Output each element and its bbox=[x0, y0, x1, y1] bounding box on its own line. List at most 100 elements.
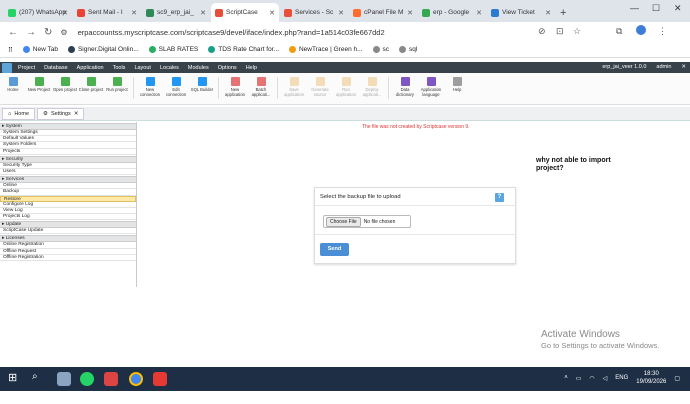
close-icon[interactable]: ✕ bbox=[681, 64, 686, 70]
tab-home[interactable]: ⌂ Home bbox=[2, 107, 35, 120]
close-tab-icon[interactable]: ✕ bbox=[476, 9, 482, 17]
help-icon bbox=[452, 77, 462, 86]
forward-icon[interactable]: → bbox=[26, 27, 36, 38]
bookmark-sc[interactable]: sc bbox=[372, 46, 389, 53]
menu-locales[interactable]: Locales bbox=[160, 65, 179, 71]
sidebar-item-scriptcase-update[interactable]: ScriptCase Update bbox=[0, 228, 136, 235]
install-icon[interactable]: ⊡ bbox=[556, 26, 564, 37]
minimize-icon[interactable]: — bbox=[630, 3, 639, 13]
site-info-icon[interactable]: ⚙ bbox=[60, 28, 67, 37]
bookmark-star-icon[interactable]: ☆ bbox=[573, 26, 581, 37]
browser-tab-erp-google[interactable]: erp - Google ✕ bbox=[418, 3, 486, 22]
toolbar-label: Home bbox=[7, 87, 19, 92]
menu-options[interactable]: Options bbox=[218, 65, 237, 71]
toolbar-new-connection-button[interactable]: New connection bbox=[137, 77, 163, 97]
close-tab-icon[interactable]: ✕ bbox=[62, 9, 68, 17]
clock[interactable]: 18:30 19/09/2026 bbox=[636, 370, 666, 386]
browser-tab-sc9-erp-jai[interactable]: sc9_erp_jai_ ✕ bbox=[142, 3, 210, 22]
toolbar-run-project-button[interactable]: Run project bbox=[104, 77, 130, 92]
close-tab-icon[interactable]: ✕ bbox=[74, 111, 79, 117]
browser-tab-sent-mail-i[interactable]: Sent Mail - I ✕ bbox=[73, 3, 141, 22]
network-icon[interactable]: ▭ bbox=[576, 375, 582, 382]
toolbar-close-project-button[interactable]: Close project bbox=[78, 77, 104, 92]
reload-icon[interactable]: ↻ bbox=[44, 27, 52, 38]
profile-avatar[interactable] bbox=[636, 25, 646, 35]
close-tab-icon[interactable]: ✕ bbox=[269, 9, 275, 17]
toolbar-edit-connection-button[interactable]: Edit connection bbox=[163, 77, 189, 97]
maximize-icon[interactable]: ☐ bbox=[652, 3, 660, 14]
sidebar-item-offline-registration[interactable]: Offline Registration bbox=[0, 255, 136, 261]
close-tab-icon[interactable]: ✕ bbox=[200, 9, 206, 17]
toolbar-data-dictionary-button[interactable]: Data dictionary bbox=[392, 77, 418, 97]
project-name[interactable]: erp_jai_veer 1.0.0 bbox=[602, 64, 646, 70]
sidebar-item-projects[interactable]: Projects bbox=[0, 149, 136, 155]
sidebar-item-projects-log[interactable]: Projects Log bbox=[0, 214, 136, 221]
sidebar-group-system[interactable]: ▸ System bbox=[0, 123, 136, 130]
sidebar-item-users[interactable]: Users bbox=[0, 169, 136, 176]
choose-file-button[interactable]: Choose File bbox=[326, 216, 361, 227]
bookmark-signer-digital-onlin[interactable]: Signer.Digital Onlin... bbox=[67, 46, 139, 53]
menu-tools[interactable]: Tools bbox=[113, 65, 126, 71]
close-tab-icon[interactable]: ✕ bbox=[338, 9, 344, 17]
browser-tab-scriptcase[interactable]: ScriptCase ✕ bbox=[211, 3, 279, 22]
wifi-icon[interactable]: ◠ bbox=[589, 375, 594, 382]
more-menu-icon[interactable]: ⋮ bbox=[658, 26, 667, 37]
close-tab-icon[interactable]: ✕ bbox=[131, 9, 137, 17]
menu-help[interactable]: Help bbox=[246, 65, 257, 71]
user-menu[interactable]: admin bbox=[656, 64, 671, 70]
url-text[interactable]: erpaccountss.myscriptcase.com/scriptcase… bbox=[78, 28, 385, 37]
apps-grid-icon[interactable]: ⠿ bbox=[8, 46, 13, 54]
menu-application[interactable]: Application bbox=[77, 65, 104, 71]
help-icon[interactable]: ? bbox=[495, 193, 504, 202]
toolbar-label: Save application bbox=[283, 87, 305, 97]
new-tab-icon[interactable]: + bbox=[560, 7, 566, 19]
close-project-icon bbox=[86, 77, 96, 86]
toolbar-home-button[interactable]: Home bbox=[0, 77, 26, 92]
back-icon[interactable]: ← bbox=[8, 27, 18, 38]
menu-project[interactable]: Project bbox=[18, 65, 35, 71]
browser-tab-cpanel-file-m[interactable]: cPanel File M ✕ bbox=[349, 3, 417, 22]
file-input[interactable]: Choose File No file chosen bbox=[323, 215, 411, 228]
notification-icon[interactable]: ▢ bbox=[674, 375, 680, 382]
browser-tab-services-sc[interactable]: Services - Sc ✕ bbox=[280, 3, 348, 22]
panel-header: Select the backup file to upload ? bbox=[315, 188, 515, 206]
translate-icon[interactable]: ⊘ bbox=[538, 26, 546, 37]
chrome-icon[interactable] bbox=[129, 372, 143, 386]
windows-start-icon[interactable]: ⊞ bbox=[8, 371, 22, 385]
toolbar-new-application-button[interactable]: New application bbox=[222, 77, 248, 97]
scriptcase-menu-bar: Project Database Application Tools Layout Loc… bbox=[0, 62, 690, 73]
browser-tab-view-ticket[interactable]: View Ticket ✕ bbox=[487, 3, 555, 22]
send-button[interactable]: Send bbox=[320, 243, 349, 256]
toolbar-application-language-button[interactable]: Application language bbox=[418, 77, 444, 97]
toolbar-batch-applicati-button[interactable]: Batch applicati... bbox=[248, 77, 274, 97]
close-window-icon[interactable]: ✕ bbox=[674, 3, 682, 14]
sidebar-group-services[interactable]: ▸ Services bbox=[0, 176, 136, 184]
language-indicator[interactable]: ENG bbox=[615, 375, 628, 381]
close-tab-icon[interactable]: ✕ bbox=[545, 9, 551, 17]
bookmark-sql[interactable]: sql bbox=[399, 46, 417, 53]
volume-icon[interactable]: ◁ bbox=[603, 375, 608, 382]
toolbar-sql-builder-button[interactable]: SQL Builder bbox=[189, 77, 215, 92]
extensions-icon[interactable]: ⧉ bbox=[616, 26, 622, 37]
menu-layout[interactable]: Layout bbox=[134, 65, 151, 71]
browser-tab-207-whatsapp[interactable]: (207) WhatsApp ✕ bbox=[4, 3, 72, 22]
menu-modules[interactable]: Modules bbox=[188, 65, 209, 71]
bookmark-newtrace-green-h[interactable]: NewTrace | Green h... bbox=[288, 46, 363, 53]
search-icon[interactable]: ⌕ bbox=[32, 371, 46, 385]
tab-settings[interactable]: ⚙ Settings ✕ bbox=[37, 107, 85, 120]
bookmark-slab-rates[interactable]: SLAB RATES bbox=[148, 46, 198, 53]
tab-favicon-icon bbox=[215, 8, 223, 17]
office-icon[interactable] bbox=[104, 372, 118, 386]
toolbar-help-button[interactable]: Help bbox=[444, 77, 470, 92]
bookmark-new-tab[interactable]: New Tab bbox=[22, 46, 58, 53]
media-app-icon[interactable] bbox=[153, 372, 167, 386]
sidebar-group-security[interactable]: ▸ Security bbox=[0, 155, 136, 163]
file-explorer-icon[interactable] bbox=[57, 372, 71, 386]
bookmark-tds-rate-chart-for[interactable]: TDS Rate Chart for... bbox=[208, 46, 279, 53]
tray-chevron-icon[interactable]: ˄ bbox=[564, 375, 568, 381]
menu-database[interactable]: Database bbox=[44, 65, 68, 71]
close-tab-icon[interactable]: ✕ bbox=[407, 9, 413, 17]
toolbar-open-project-button[interactable]: Open project bbox=[52, 77, 78, 92]
whatsapp-icon[interactable] bbox=[80, 372, 94, 386]
toolbar-new-project-button[interactable]: New Project bbox=[26, 77, 52, 92]
